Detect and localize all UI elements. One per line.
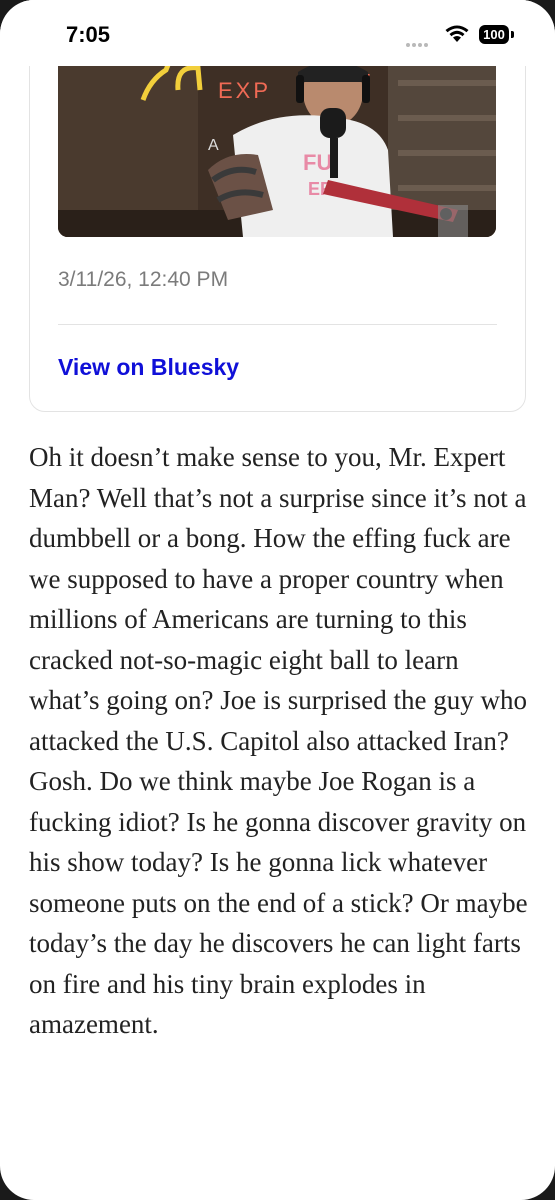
status-time: 7:05 xyxy=(66,22,111,47)
battery-icon: 100 xyxy=(479,25,509,44)
podcast-still-image: EXP CE A FU ER xyxy=(58,60,496,237)
svg-text:EXP: EXP xyxy=(218,78,271,103)
card-divider xyxy=(58,324,497,325)
svg-text:FU: FU xyxy=(303,150,332,175)
article-paragraph: Oh it doesn’t make sense to you, Mr. Exp… xyxy=(29,442,528,1039)
status-bar: 7:05 100 xyxy=(0,0,555,66)
view-on-bluesky-link[interactable]: View on Bluesky xyxy=(58,354,239,381)
post-timestamp: 3/11/26, 12:40 PM xyxy=(58,268,229,291)
phone-screen: EXP CE A FU ER 7:05 xyxy=(0,0,555,1200)
cellular-dots-icon xyxy=(406,34,430,52)
svg-text:A: A xyxy=(208,137,219,154)
video-thumbnail[interactable]: EXP CE A FU ER xyxy=(58,60,496,237)
wifi-icon xyxy=(444,24,470,49)
battery-cap xyxy=(511,31,514,38)
